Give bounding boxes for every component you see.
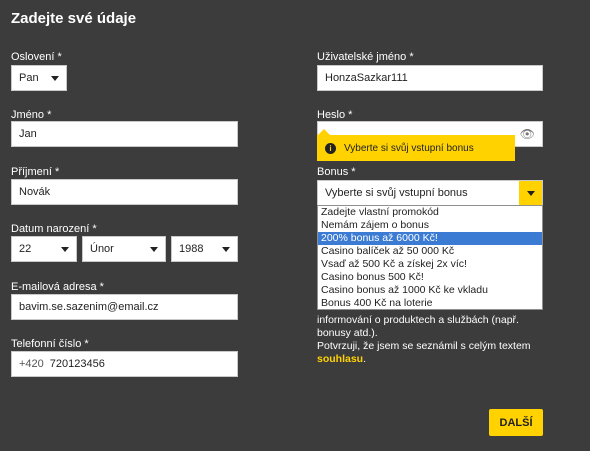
phone-prefix: +420: [19, 358, 44, 370]
page-title: Zadejte své údaje: [11, 10, 137, 27]
consent-line-3: Potvrzuji, že jsem se seznámil s celým t…: [317, 340, 531, 352]
birth-day-value: 22: [19, 243, 32, 255]
consent-text: informování o produktech a službách (nap…: [317, 314, 543, 366]
consent-period: .: [363, 353, 367, 365]
chevron-down-icon: [150, 246, 158, 252]
eye-icon[interactable]: 👁︎: [520, 127, 535, 141]
bonus-option-bet-500[interactable]: Vsaď až 500 Kč a získej 2x víc!: [318, 258, 542, 271]
bonus-option-casino-package[interactable]: Casino balíček až 50 000 Kč: [318, 245, 542, 258]
bonus-dropdown-button[interactable]: [519, 181, 542, 205]
bonus-select-value: Vyberte si svůj vstupní bonus: [325, 187, 468, 199]
birth-month-value: Únor: [90, 243, 114, 255]
next-button[interactable]: DALŠÍ: [489, 409, 543, 436]
phone-label: Telefonní číslo *: [11, 338, 89, 350]
first-name-input[interactable]: Jan: [11, 121, 238, 147]
bonus-option-lottery-400[interactable]: Bonus 400 Kč na loterie: [318, 297, 542, 310]
bonus-select[interactable]: Vyberte si svůj vstupní bonus: [317, 180, 543, 206]
chevron-down-icon: [51, 75, 59, 81]
email-value: bavim.se.sazenim@email.cz: [19, 301, 159, 313]
first-name-value: Jan: [19, 128, 37, 140]
last-name-value: Novák: [19, 186, 51, 198]
phone-input[interactable]: +420 720123456: [11, 351, 238, 377]
first-name-label: Jméno *: [11, 109, 52, 121]
bonus-option-casino-1000[interactable]: Casino bonus až 1000 Kč ke vkladu: [318, 284, 542, 297]
salutation-select[interactable]: Pan: [11, 65, 67, 91]
bonus-label: Bonus *: [317, 166, 356, 178]
bonus-option-no-bonus[interactable]: Nemám zájem o bonus: [318, 219, 542, 232]
consent-line-1: informování o produktech a službách (nap…: [317, 314, 519, 326]
email-label: E-mailová adresa *: [11, 281, 104, 293]
bonus-option-200-percent[interactable]: 200% bonus až 6000 Kč!: [318, 232, 542, 245]
phone-value: 720123456: [49, 358, 105, 370]
bonus-option-casino-500[interactable]: Casino bonus 500 Kč!: [318, 271, 542, 284]
email-input[interactable]: bavim.se.sazenim@email.cz: [11, 294, 238, 320]
bonus-tooltip-text: Vyberte si svůj vstupní bonus: [344, 142, 474, 154]
password-label: Heslo *: [317, 109, 353, 121]
birth-day-select[interactable]: 22: [11, 236, 77, 262]
salutation-value: Pan: [19, 72, 39, 84]
last-name-label: Příjmení *: [11, 166, 60, 178]
bonus-option-custom-promo[interactable]: Zadejte vlastní promokód: [318, 206, 542, 219]
chevron-down-icon: [526, 190, 535, 196]
bonus-dropdown-list[interactable]: Zadejte vlastní promokód Nemám zájem o b…: [317, 205, 543, 310]
birth-year-select[interactable]: 1988: [171, 236, 238, 262]
consent-line-4: souhlasu.: [317, 353, 543, 366]
birth-month-select[interactable]: Únor: [82, 236, 166, 262]
consent-link[interactable]: souhlasu: [317, 353, 363, 365]
birth-year-value: 1988: [179, 243, 204, 255]
salutation-label: Oslovení *: [11, 51, 62, 63]
info-icon: i: [325, 142, 336, 154]
chevron-down-icon: [61, 246, 69, 252]
username-input[interactable]: HonzaSazkar111: [317, 65, 543, 91]
username-label: Uživatelské jméno *: [317, 51, 414, 63]
consent-line-2: bonusy atd.).: [317, 327, 378, 339]
birthdate-label: Datum narození *: [11, 223, 97, 235]
last-name-input[interactable]: Novák: [11, 179, 238, 205]
username-value: HonzaSazkar111: [325, 72, 408, 84]
chevron-down-icon: [222, 246, 230, 252]
bonus-tooltip: i Vyberte si svůj vstupní bonus: [317, 135, 515, 161]
